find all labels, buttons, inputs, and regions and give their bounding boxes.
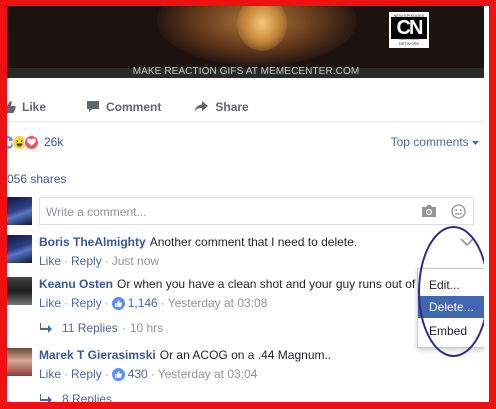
avatar[interactable] (7, 277, 32, 305)
thumbs-up-icon (3, 100, 16, 113)
video-caption: MAKE REACTION GIFS AT MEMECENTER.COM (132, 66, 360, 77)
separator-dot: · (160, 296, 165, 310)
share-label: Share (215, 99, 249, 114)
caret-down-icon (472, 141, 479, 145)
current-user-avatar[interactable] (7, 197, 32, 225)
comment-author[interactable]: Keanu Osten (39, 277, 113, 291)
reply-arrow-icon (40, 394, 52, 404)
separator-dot: · (104, 254, 109, 268)
comment-like-count[interactable]: 1,146 (128, 296, 158, 310)
reaction-count[interactable]: 26k (44, 135, 63, 149)
separator-dot: · (121, 321, 126, 335)
menu-item-delete[interactable]: Delete... (418, 296, 485, 318)
comment-label: Comment (106, 99, 162, 114)
like-label: Like (22, 99, 47, 114)
speech-bubble-icon (87, 101, 100, 112)
comment-author[interactable]: Marek T Gierasimski (39, 348, 156, 362)
separator-dot: · (64, 254, 69, 268)
replies-count: 11 Replies (62, 321, 118, 335)
separator-dot: · (64, 367, 69, 381)
reactions-summary: 26k Top comments (0, 132, 485, 152)
like-badge-icon (111, 296, 125, 310)
comment-like-link[interactable]: Like (39, 254, 61, 268)
love-reaction-icon[interactable] (24, 134, 39, 150)
comment-reply-link[interactable]: Reply (71, 367, 102, 381)
video-player[interactable]: MAKE REACTION GIFS AT MEMECENTER.COM NEW… (7, 6, 485, 78)
comment-text: Or an ACOG on a .44 Magnum.. (159, 348, 332, 362)
comment-author[interactable]: Boris TheAlmighty (39, 235, 146, 249)
view-replies-link[interactable]: 8 Replies (40, 392, 112, 406)
logo-bottom-text: CARTOON NETWORK (398, 36, 420, 46)
separator-dot: · (64, 296, 69, 310)
emoji-icon[interactable] (451, 204, 466, 219)
comment-time[interactable]: Just now (112, 254, 159, 268)
replies-time: 10 hrs (129, 321, 164, 335)
comment-time[interactable]: Yesterday at 03:04 (158, 367, 258, 381)
comment-text: Another comment that I need to delete. (149, 235, 358, 249)
chevron-down-icon[interactable] (460, 238, 474, 247)
separator-dot: · (104, 296, 109, 310)
reply-arrow-icon (40, 323, 52, 333)
separator-dot: · (104, 367, 109, 381)
comment-like-link[interactable]: Like (39, 367, 61, 381)
menu-item-edit[interactable]: Edit... (418, 274, 485, 296)
comment-like-link[interactable]: Like (39, 296, 61, 310)
like-button[interactable]: Like (2, 100, 46, 114)
comment-options-menu: Edit... Delete... Embed (417, 268, 486, 348)
replies-count: 8 Replies (62, 392, 113, 406)
comment-like-count[interactable]: 430 (128, 367, 148, 381)
comment-input[interactable]: Write a comment... (39, 197, 474, 225)
camera-icon[interactable] (421, 204, 437, 218)
comment-input-placeholder: Write a comment... (46, 205, 147, 219)
top-comments-dropdown[interactable]: Top comments (391, 135, 479, 149)
comment-button[interactable]: Comment (86, 100, 161, 114)
post-action-bar: Like Comment Share (3, 92, 485, 122)
view-replies-link[interactable]: 11 Replies · 10 hrs (40, 321, 163, 335)
comment-reply-link[interactable]: Reply (71, 254, 102, 268)
like-badge-icon (111, 367, 125, 381)
comment-text: Or when you have a clean shot and your g… (117, 277, 416, 291)
comment-time[interactable]: Yesterday at 03:08 (168, 296, 268, 310)
share-button[interactable]: Share (194, 99, 249, 114)
menu-item-embed[interactable]: Embed (418, 320, 485, 342)
shares-count[interactable]: 056 shares (7, 172, 66, 186)
avatar[interactable] (7, 235, 32, 263)
comment-reply-link[interactable]: Reply (71, 296, 102, 310)
avatar[interactable] (7, 348, 32, 376)
top-comments-label: Top comments (390, 135, 469, 149)
cartoon-network-logo: NEW EPISODES CN CARTOON NETWORK (389, 12, 429, 48)
separator-dot: · (150, 367, 155, 381)
share-arrow-icon (195, 101, 209, 112)
